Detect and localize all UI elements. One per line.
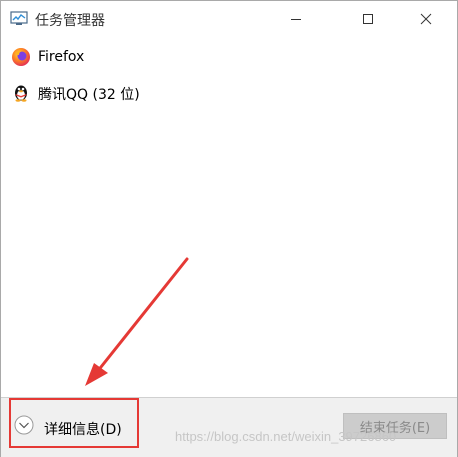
list-item[interactable]: 腾讯QQ (32 位) <box>1 76 457 108</box>
watermark: https://blog.csdn.net/weixin_39726860 <box>175 429 397 444</box>
maximize-button[interactable] <box>345 1 391 37</box>
minimize-button[interactable] <box>273 1 319 37</box>
firefox-icon <box>11 47 31 67</box>
app-name: 腾讯QQ (32 位) <box>38 87 140 103</box>
qq-penguin-icon <box>11 82 31 102</box>
more-details-button[interactable]: 详细信息(D) <box>9 398 139 448</box>
minimize-icon <box>291 19 301 20</box>
close-button[interactable] <box>403 1 449 37</box>
task-manager-icon <box>10 11 28 27</box>
more-details-label: 详细信息(D) <box>44 422 122 438</box>
title-bar[interactable]: 任务管理器 <box>1 1 457 37</box>
chevron-down-icon <box>14 415 34 435</box>
app-name: Firefox <box>38 49 85 65</box>
footer-bar: 详细信息(D) 结束任务(E) <box>1 397 457 457</box>
maximize-icon <box>363 14 373 24</box>
close-icon <box>420 13 432 25</box>
task-manager-window: 任务管理器 Firefox 腾讯QQ (32 位) 详细信息(D) 结束任务(E… <box>0 0 458 457</box>
window-title: 任务管理器 <box>35 13 105 29</box>
list-item[interactable]: Firefox <box>1 41 457 73</box>
